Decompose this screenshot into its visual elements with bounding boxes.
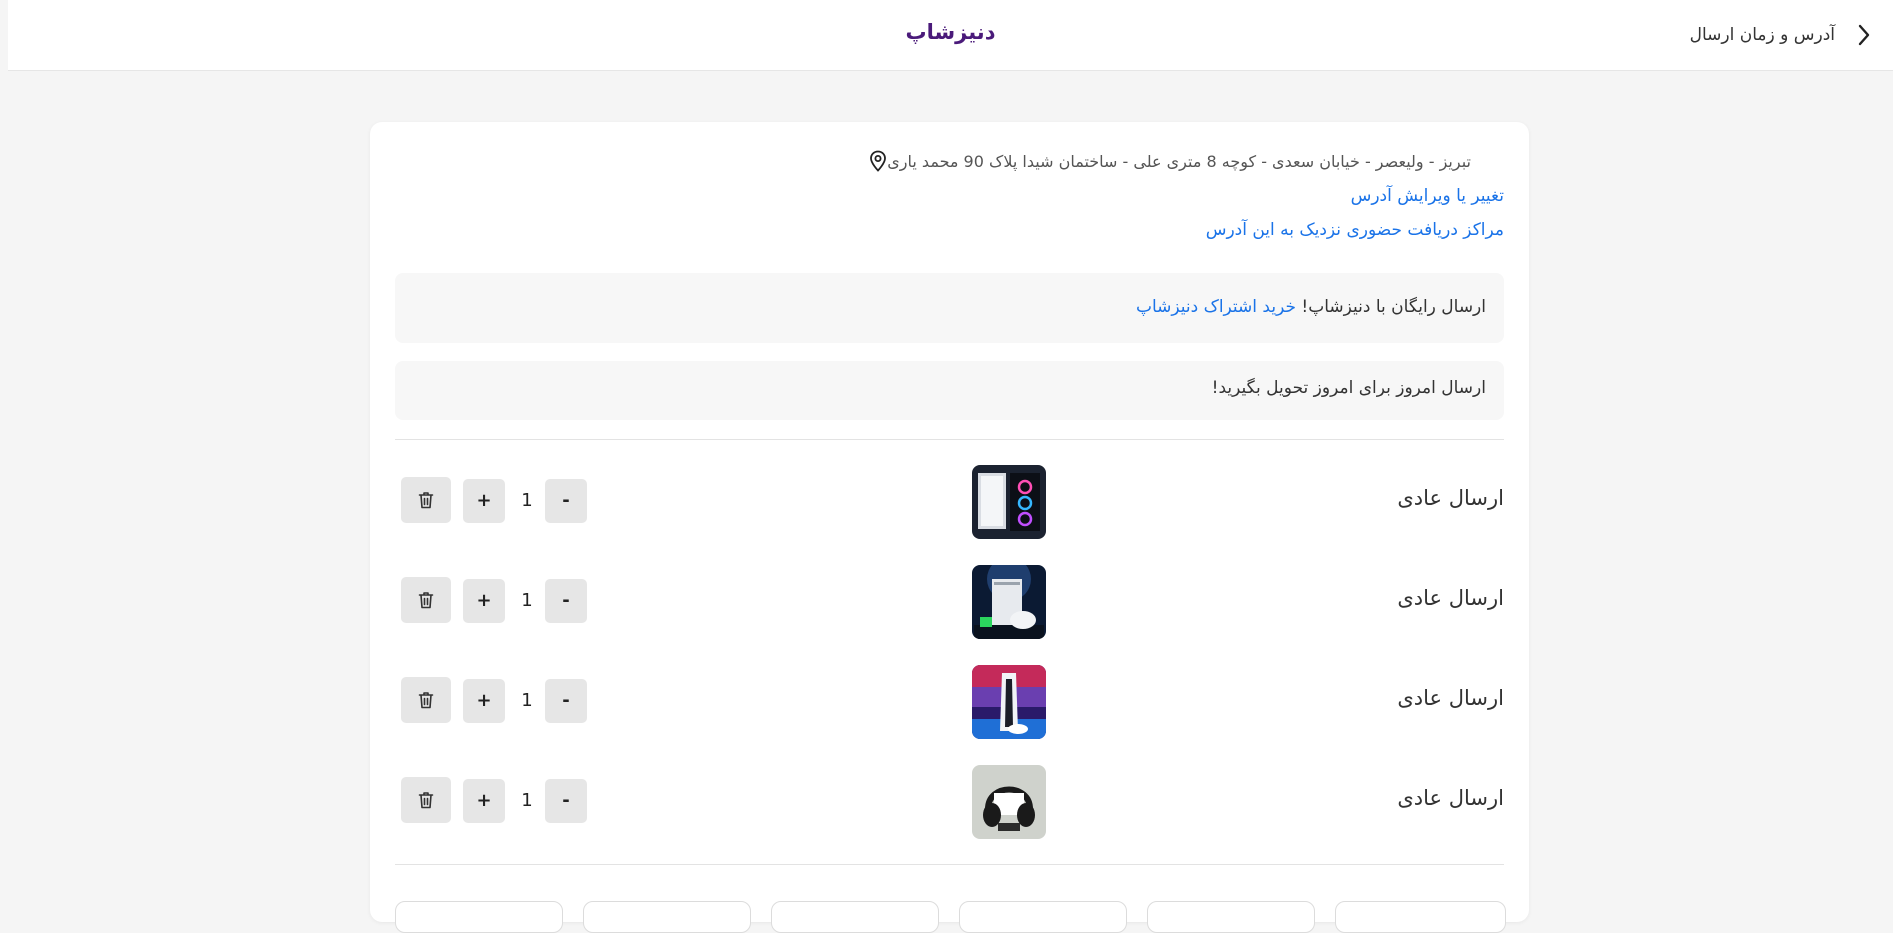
product-image-gaming-pc[interactable] <box>972 465 1046 539</box>
same-day-delivery-text: ارسال امروز برای امروز تحویل بگیرید! <box>1211 378 1486 398</box>
divider <box>395 864 1504 865</box>
quantity-value: 1 <box>521 590 533 611</box>
trash-icon <box>418 492 434 509</box>
decrease-quantity-button[interactable]: - <box>545 579 587 623</box>
back-button[interactable] <box>1853 20 1875 50</box>
remove-item-button[interactable] <box>401 677 451 723</box>
free-shipping-banner: ارسال رایگان با دنیزشاپ! خرید اشتراک دنی… <box>395 273 1504 343</box>
decrease-quantity-button[interactable]: - <box>545 679 587 723</box>
page-header: آدرس و زمان ارسال <box>1690 20 1875 50</box>
delivery-slot-option[interactable] <box>583 901 751 933</box>
decrease-quantity-button[interactable]: - <box>545 479 587 523</box>
location-pin-icon <box>870 150 887 172</box>
shipping-method-label: ارسال عادی <box>1397 786 1504 810</box>
divider <box>395 439 1504 440</box>
buy-subscription-link[interactable]: خرید اشتراک دنیزشاپ <box>1136 297 1296 317</box>
delivery-slot-option[interactable] <box>1335 901 1506 933</box>
increase-quantity-button[interactable]: + <box>463 479 505 523</box>
product-image-playstation[interactable] <box>972 665 1046 739</box>
quantity-value: 1 <box>521 690 533 711</box>
remove-item-button[interactable] <box>401 777 451 823</box>
trash-icon <box>418 592 434 609</box>
cart-item: ارسال عادی + 1 - <box>395 762 1504 842</box>
free-shipping-text: ارسال رایگان با دنیزشاپ! خرید اشتراک دنی… <box>1136 297 1486 317</box>
delivery-slot-option[interactable] <box>1147 901 1315 933</box>
cart-item: ارسال عادی + 1 - <box>395 562 1504 642</box>
address-row: تبریز - ولیعصر - خیابان سعدی - کوچه 8 مت… <box>869 150 1491 172</box>
quantity-value: 1 <box>521 790 533 811</box>
delivery-slot-option[interactable] <box>771 901 939 933</box>
shipping-method-label: ارسال عادی <box>1397 586 1504 610</box>
product-image-headphones[interactable] <box>972 765 1046 839</box>
remove-item-button[interactable] <box>401 577 451 623</box>
shipping-method-label: ارسال عادی <box>1397 686 1504 710</box>
increase-quantity-button[interactable]: + <box>463 779 505 823</box>
edit-address-link[interactable]: تغییر یا ویرایش آدرس <box>1351 186 1504 206</box>
same-day-delivery-banner: ارسال امروز برای امروز تحویل بگیرید! <box>395 361 1504 420</box>
checkout-card: تبریز - ولیعصر - خیابان سعدی - کوچه 8 مت… <box>370 122 1529 933</box>
brand-logo-text[interactable]: دنیزشاپ <box>8 20 1893 44</box>
page-title: آدرس و زمان ارسال <box>1689 25 1835 45</box>
decrease-quantity-button[interactable]: - <box>545 779 587 823</box>
product-image-xbox[interactable] <box>972 565 1046 639</box>
shipping-method-label: ارسال عادی <box>1397 486 1504 510</box>
remove-item-button[interactable] <box>401 477 451 523</box>
delivery-slot-option[interactable] <box>395 901 563 933</box>
cart-item: ارسال عادی + 1 - <box>395 662 1504 742</box>
trash-icon <box>418 792 434 809</box>
trash-icon <box>418 692 434 709</box>
increase-quantity-button[interactable]: + <box>463 579 505 623</box>
free-shipping-label: ارسال رایگان با دنیزشاپ! <box>1301 297 1486 317</box>
chevron-right-icon <box>1858 24 1870 46</box>
increase-quantity-button[interactable]: + <box>463 679 505 723</box>
pickup-centers-link[interactable]: مراکز دریافت حضوری نزدیک به این آدرس <box>1206 220 1504 240</box>
delivery-slot-option[interactable] <box>959 901 1127 933</box>
top-bar: دنیزشاپ آدرس و زمان ارسال <box>8 0 1893 71</box>
cart-item: ارسال عادی + 1 - <box>395 462 1504 542</box>
quantity-value: 1 <box>521 490 533 511</box>
delivery-address-text: تبریز - ولیعصر - خیابان سعدی - کوچه 8 مت… <box>887 151 1471 171</box>
